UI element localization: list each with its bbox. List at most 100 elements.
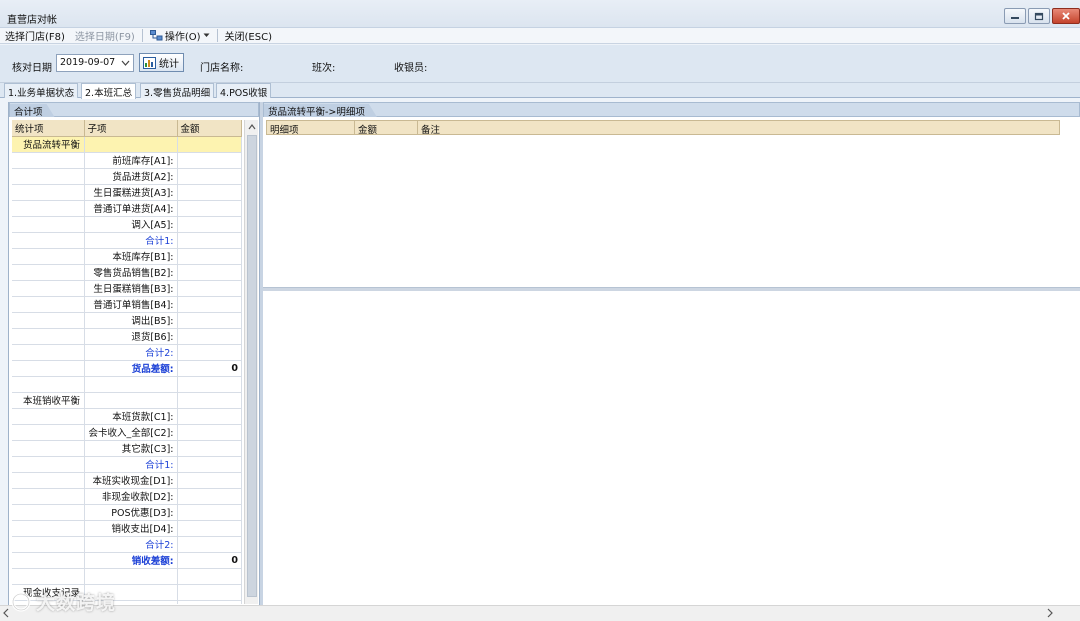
amount-cell[interactable] [177,424,242,441]
table-row[interactable]: 生日蛋糕销售[B3]: [12,280,242,297]
tab-pos-cashier[interactable]: 4.POS收银 [216,83,272,99]
amount-cell[interactable] [177,536,242,553]
stat-item-cell[interactable] [12,408,85,425]
table-row[interactable]: 非现金收款[D2]: [12,488,242,505]
table-row[interactable]: 销收支出[D4]: [12,520,242,537]
stat-item-cell[interactable] [12,152,85,169]
stat-item-cell[interactable] [12,264,85,281]
sub-item-cell[interactable]: 生日蛋糕销售[B3]: [84,280,178,297]
sub-item-cell[interactable]: 本班货款[C1]: [84,408,178,425]
stat-item-cell[interactable] [12,344,85,361]
stat-item-cell[interactable] [12,504,85,521]
table-row[interactable] [12,376,242,393]
stat-item-cell[interactable]: 本班销收平衡 [12,392,85,409]
table-row[interactable]: 货品进货[A2]: [12,168,242,185]
sub-item-cell[interactable]: 生日蛋糕进货[A3]: [84,184,178,201]
sub-item-cell[interactable]: 销收差额: [84,552,178,569]
menu-close[interactable]: 关闭(ESC) [220,28,277,43]
amount-cell[interactable] [177,504,242,521]
table-row[interactable]: 其它款[C3]: [12,440,242,457]
stat-item-cell[interactable] [12,216,85,233]
column-header[interactable]: 金额 [177,120,242,137]
sub-item-cell[interactable]: 合计2: [84,536,178,553]
amount-cell[interactable] [177,328,242,345]
sub-item-cell[interactable]: 其它款[C3]: [84,440,178,457]
amount-cell[interactable] [177,568,242,585]
amount-cell[interactable] [177,280,242,297]
table-row[interactable]: 货品差额: 0 [12,360,242,377]
amount-cell[interactable] [177,168,242,185]
scroll-up-button[interactable] [245,120,259,134]
stat-item-cell[interactable] [12,184,85,201]
stat-item-cell[interactable] [12,328,85,345]
tab-document-status[interactable]: 1.业务单据状态 [4,83,79,99]
sub-item-cell[interactable]: 合计1: [84,456,178,473]
sub-item-cell[interactable]: 普通订单销售[B4]: [84,296,178,313]
amount-cell[interactable] [177,520,242,537]
table-row[interactable]: 普通订单销售[B4]: [12,296,242,313]
table-row[interactable]: 合计1: [12,456,242,473]
chevron-down-icon[interactable] [121,57,130,69]
stat-item-cell[interactable] [12,360,85,377]
table-row[interactable]: 普通订单进货[A4]: [12,200,242,217]
amount-cell[interactable] [177,584,242,601]
table-row[interactable]: 销收差额: 0 [12,552,242,569]
sub-item-cell[interactable]: 合计1: [84,232,178,249]
amount-cell[interactable] [177,600,242,604]
stat-item-cell[interactable] [12,232,85,249]
amount-cell[interactable] [177,200,242,217]
amount-cell[interactable] [177,136,242,153]
amount-cell[interactable] [177,344,242,361]
chevron-right-icon[interactable] [1046,608,1054,618]
sub-item-cell[interactable]: 前班库存[A1]: [84,152,178,169]
stat-item-cell[interactable] [12,248,85,265]
sub-item-cell[interactable] [84,136,178,153]
table-row[interactable] [12,568,242,585]
table-row[interactable]: 合计2: [12,536,242,553]
close-window-button[interactable] [1052,8,1080,24]
stat-item-cell[interactable] [12,200,85,217]
stat-item-cell[interactable] [12,536,85,553]
tab-retail-detail[interactable]: 3.零售货品明细 [140,83,215,99]
table-row[interactable]: 调出[B5]: [12,312,242,329]
tab-shift-summary[interactable]: 2.本班汇总 [81,83,137,99]
sub-item-cell[interactable]: 合计2: [84,344,178,361]
stat-item-cell[interactable] [12,568,85,585]
column-header[interactable]: 备注 [418,121,1059,136]
table-row[interactable]: 退货[B6]: [12,328,242,345]
sub-item-cell[interactable]: 会卡收入_全部[C2]: [84,424,178,441]
amount-cell[interactable] [177,248,242,265]
amount-cell[interactable] [177,216,242,233]
horizontal-splitter[interactable] [263,287,1080,291]
table-row[interactable]: 本班销收平衡 [12,392,242,409]
menu-operation[interactable]: 操作(O) [145,28,215,43]
stat-item-cell[interactable] [12,520,85,537]
restore-button[interactable] [1028,8,1050,24]
stat-item-cell[interactable] [12,424,85,441]
amount-cell[interactable] [177,392,242,409]
table-row[interactable]: 生日蛋糕进货[A3]: [12,184,242,201]
amount-cell[interactable] [177,488,242,505]
sub-item-cell[interactable]: 退货[B6]: [84,328,178,345]
column-header[interactable]: 子项 [84,120,178,137]
sub-item-cell[interactable]: 货品差额: [84,360,178,377]
sub-item-cell[interactable]: 调出[B5]: [84,312,178,329]
amount-cell[interactable] [177,408,242,425]
stat-item-cell[interactable] [12,488,85,505]
amount-cell[interactable] [177,264,242,281]
stat-item-cell[interactable] [12,168,85,185]
table-row[interactable]: 调入[A5]: [12,216,242,233]
stat-item-cell[interactable] [12,552,85,569]
amount-cell[interactable] [177,184,242,201]
sub-item-cell[interactable]: 本班实收现金[D1]: [84,472,178,489]
amount-cell[interactable] [177,376,242,393]
table-row[interactable]: POS优惠[D3]: [12,504,242,521]
table-row[interactable]: 前班库存[A1]: [12,152,242,169]
table-row[interactable]: 会卡收入_全部[C2]: [12,424,242,441]
sub-item-cell[interactable]: 调入[A5]: [84,216,178,233]
sub-item-cell[interactable] [84,392,178,409]
column-header[interactable]: 统计项 [12,120,85,137]
stat-item-cell[interactable] [12,312,85,329]
amount-cell[interactable] [177,440,242,457]
amount-cell[interactable] [177,472,242,489]
